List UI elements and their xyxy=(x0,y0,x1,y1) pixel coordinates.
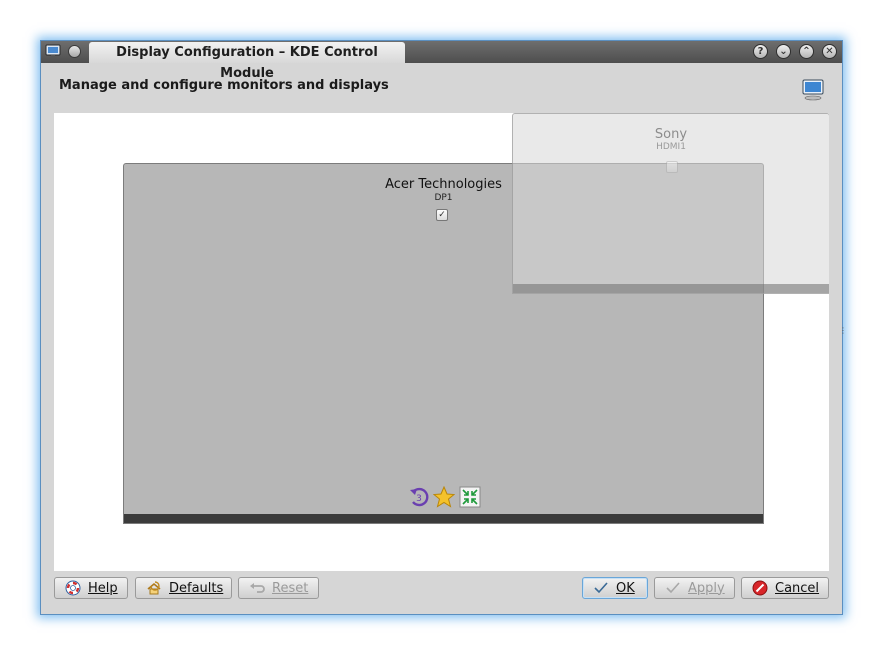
window-title: Display Configuration – KDE Control Modu… xyxy=(89,42,405,81)
reset-button[interactable]: Reset xyxy=(238,577,319,599)
help-icon xyxy=(65,580,81,596)
cancel-button[interactable]: Cancel xyxy=(741,577,829,599)
monitor-name: Sony xyxy=(654,127,688,142)
monitor-sony[interactable]: Sony HDMI1 xyxy=(512,113,829,294)
module-header: Manage and configure monitors and displa… xyxy=(41,63,842,113)
defaults-icon xyxy=(147,581,161,595)
cancel-label: Cancel xyxy=(775,580,820,596)
display-app-icon[interactable] xyxy=(45,44,61,59)
resize-grip[interactable]: ⋮ xyxy=(839,326,847,335)
cancel-icon xyxy=(752,580,768,596)
help-button[interactable]: Help xyxy=(54,577,128,599)
apply-button[interactable]: Apply xyxy=(654,577,735,599)
resize-icon[interactable] xyxy=(459,486,481,508)
svg-text:3: 3 xyxy=(416,494,422,504)
rotate-icon[interactable]: 3 xyxy=(408,486,430,508)
ok-button[interactable]: OK xyxy=(582,577,648,599)
monitor-output: HDMI1 xyxy=(656,142,686,152)
monitor-enable-checkbox[interactable] xyxy=(666,161,678,173)
minimize-icon[interactable]: ⌄ xyxy=(776,44,791,59)
reset-label: Reset xyxy=(272,580,309,596)
on-all-desktops-icon[interactable] xyxy=(68,45,81,58)
monitor-enable-checkbox[interactable]: ✓ xyxy=(436,209,448,221)
defaults-button[interactable]: Defaults xyxy=(135,577,232,599)
help-label: Help xyxy=(88,580,118,596)
monitor-layout-canvas[interactable]: Acer Technologies DP1 ✓ 3 Sony HDMI1 xyxy=(54,113,829,571)
ok-label: OK xyxy=(616,580,635,596)
monitor-icon xyxy=(802,79,824,101)
primary-star-icon[interactable] xyxy=(433,486,455,508)
help-icon[interactable]: ? xyxy=(753,44,768,59)
defaults-label: Defaults xyxy=(169,580,224,596)
close-icon[interactable]: ✕ xyxy=(822,44,837,59)
checkmark-icon xyxy=(594,582,608,594)
monitor-bottom-bar xyxy=(513,284,829,293)
kde-window: Display Configuration – KDE Control Modu… xyxy=(40,40,847,615)
titlebar: Display Configuration – KDE Control Modu… xyxy=(41,41,842,81)
apply-label: Apply xyxy=(688,580,725,596)
maximize-icon[interactable]: ⌃ xyxy=(799,44,814,59)
checkmark-icon xyxy=(666,582,680,594)
monitor-bottom-bar xyxy=(124,514,763,523)
page-title: Manage and configure monitors and displa… xyxy=(59,78,389,93)
undo-icon xyxy=(250,583,265,593)
